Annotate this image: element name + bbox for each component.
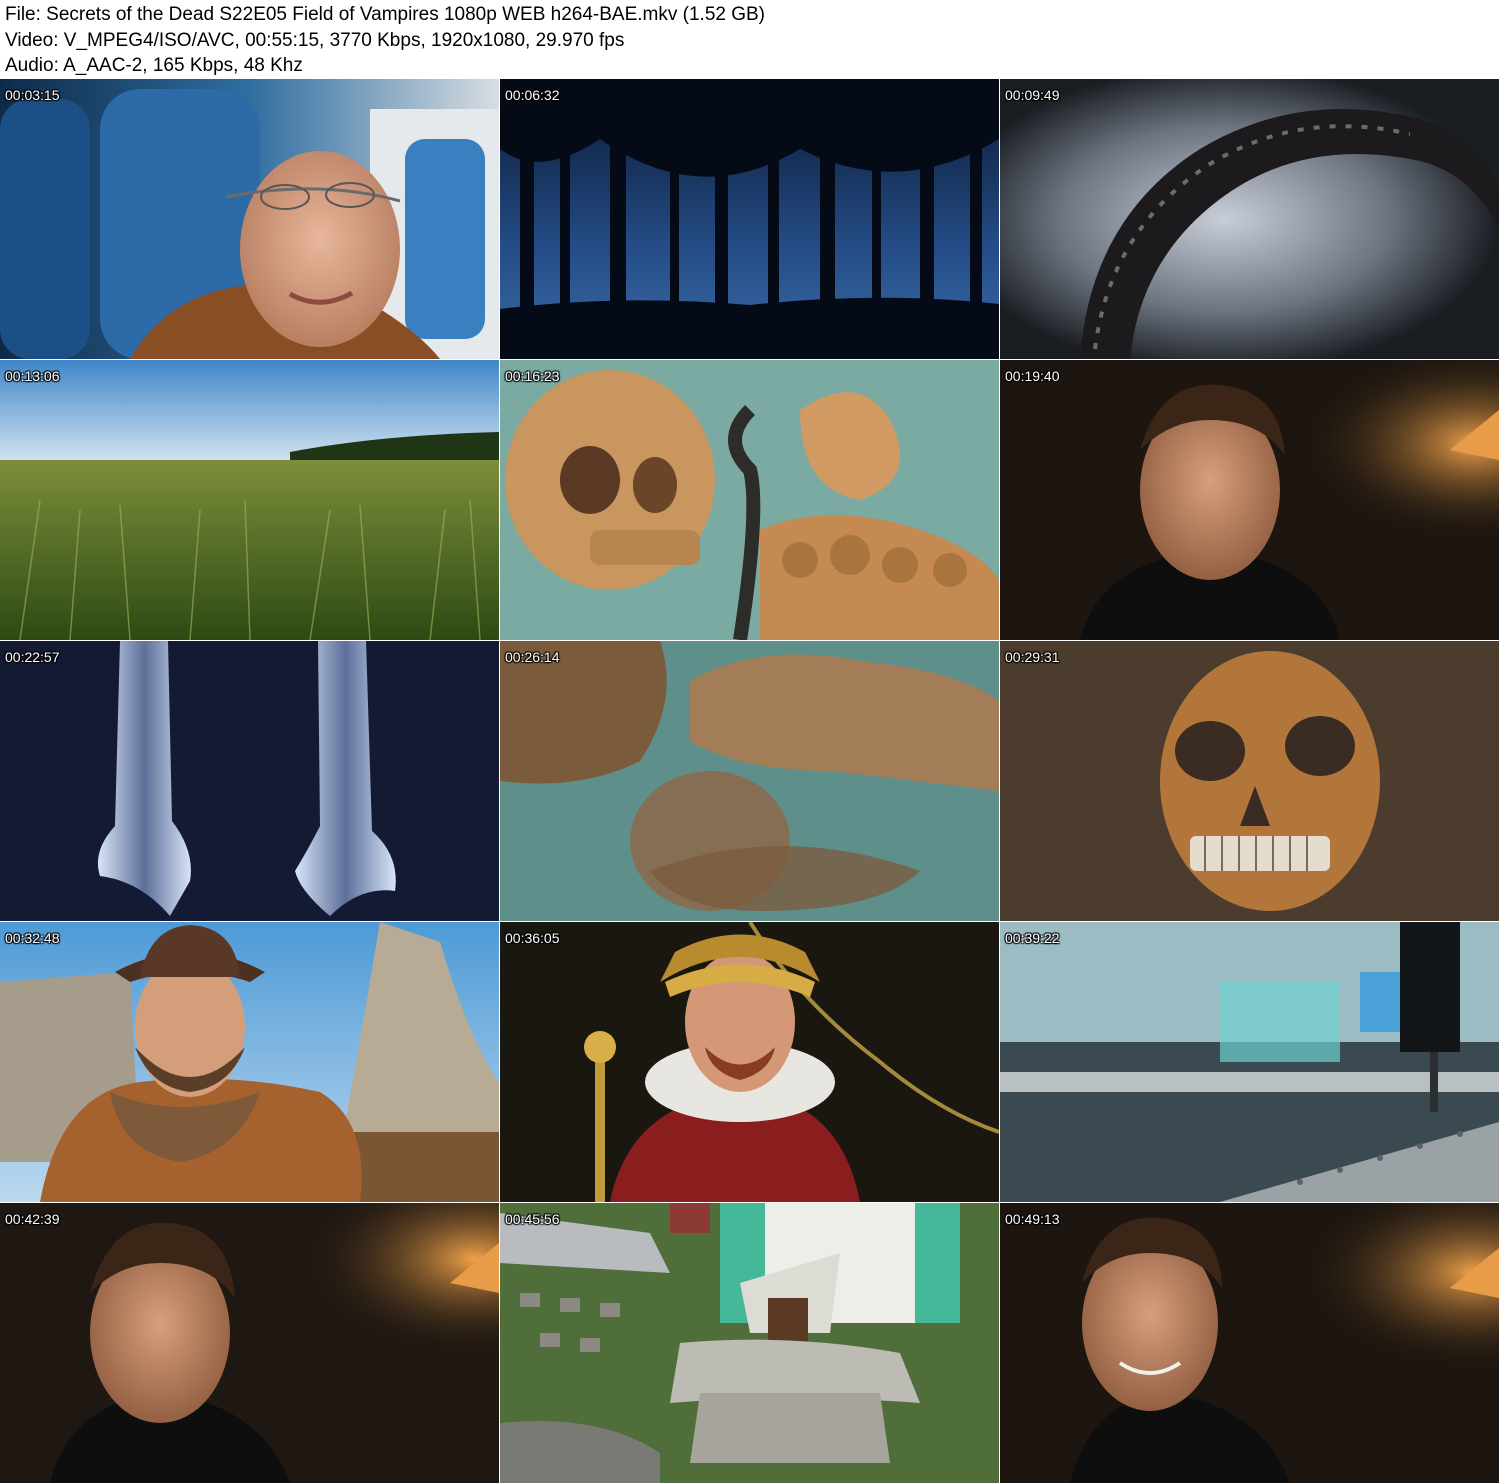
scene-xray-bones bbox=[0, 641, 499, 921]
scene-iron-sickle bbox=[1000, 79, 1499, 359]
scene-man-with-hat bbox=[0, 922, 499, 1202]
timestamp-label: 00:09:49 bbox=[1005, 87, 1060, 103]
timestamp-label: 00:29:31 bbox=[1005, 649, 1060, 665]
scene-emperor-portrait bbox=[500, 922, 999, 1202]
timestamp-label: 00:42:39 bbox=[5, 1211, 60, 1227]
timestamp-label: 00:03:15 bbox=[5, 87, 60, 103]
thumbnail-11: 00:36:05 bbox=[500, 922, 999, 1202]
scene-blurred-bones bbox=[500, 641, 999, 921]
thumbnail-grid: 00:03:15 00:06:32 00:09:49 00:13:06 00:1… bbox=[0, 79, 1500, 1483]
audio-info-line: Audio: A_AAC-2, 165 Kbps, 48 Khz bbox=[5, 55, 303, 76]
thumbnail-5: 00:16:23 bbox=[500, 360, 999, 640]
scene-forest-silhouette bbox=[500, 79, 999, 359]
thumbnail-4: 00:13:06 bbox=[0, 360, 499, 640]
thumbnail-14: 00:45:56 bbox=[500, 1203, 999, 1483]
timestamp-label: 00:13:06 bbox=[5, 368, 60, 384]
timestamp-label: 00:06:32 bbox=[505, 87, 560, 103]
timestamp-label: 00:26:14 bbox=[505, 649, 560, 665]
scene-interview-man bbox=[1000, 1203, 1499, 1483]
thumbnail-12: 00:39:22 bbox=[1000, 922, 1499, 1202]
scene-interview-man bbox=[1000, 360, 1499, 640]
timestamp-label: 00:39:22 bbox=[1005, 930, 1060, 946]
timestamp-label: 00:49:13 bbox=[1005, 1211, 1060, 1227]
thumbnail-9: 00:29:31 bbox=[1000, 641, 1499, 921]
video-info-line: Video: V_MPEG4/ISO/AVC, 00:55:15, 3770 K… bbox=[5, 29, 625, 51]
scene-man-on-train bbox=[0, 79, 499, 359]
thumbnail-2: 00:06:32 bbox=[500, 79, 999, 359]
timestamp-label: 00:19:40 bbox=[1005, 368, 1060, 384]
scene-church-aerial bbox=[500, 1203, 999, 1483]
scene-buried-skull bbox=[1000, 641, 1499, 921]
thumbnail-7: 00:22:57 bbox=[0, 641, 499, 921]
thumbnail-1: 00:03:15 bbox=[0, 79, 499, 359]
timestamp-label: 00:22:57 bbox=[5, 649, 60, 665]
scene-interview-man bbox=[0, 1203, 499, 1483]
file-info-line: File: Secrets of the Dead S22E05 Field o… bbox=[5, 4, 766, 25]
scene-wheat-field bbox=[0, 360, 499, 640]
thumbnail-3: 00:09:49 bbox=[1000, 79, 1499, 359]
thumbnail-15: 00:49:13 bbox=[1000, 1203, 1499, 1483]
timestamp-label: 00:45:56 bbox=[505, 1211, 560, 1227]
media-info-header: File: Secrets of the Dead S22E05 Field o… bbox=[0, 0, 1500, 78]
thumbnail-8: 00:26:14 bbox=[500, 641, 999, 921]
timestamp-label: 00:16:23 bbox=[505, 368, 560, 384]
timestamp-label: 00:32:48 bbox=[5, 930, 60, 946]
thumbnail-13: 00:42:39 bbox=[0, 1203, 499, 1483]
thumbnail-6: 00:19:40 bbox=[1000, 360, 1499, 640]
scene-skull-bones bbox=[500, 360, 999, 640]
timestamp-label: 00:36:05 bbox=[505, 930, 560, 946]
thumbnail-10: 00:32:48 bbox=[0, 922, 499, 1202]
scene-laboratory bbox=[1000, 922, 1499, 1202]
